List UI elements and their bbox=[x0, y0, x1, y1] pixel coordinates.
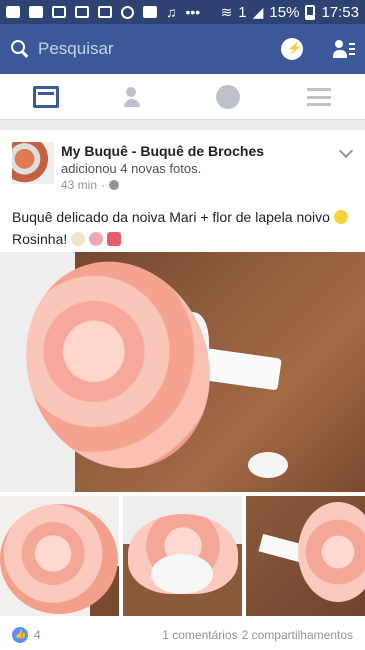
phone-notification-icon bbox=[29, 6, 43, 18]
news-feed-icon bbox=[32, 85, 59, 108]
post-footer: 4 1 comentários 2 compartilhamentos bbox=[0, 620, 365, 650]
battery-icon bbox=[305, 4, 316, 20]
smile-emoji-icon bbox=[333, 210, 348, 224]
post-photo-main[interactable] bbox=[0, 252, 365, 492]
chevron-down-icon[interactable] bbox=[338, 143, 354, 159]
signal-icon: ◢ bbox=[252, 4, 264, 20]
facebook-notification-icon bbox=[143, 6, 157, 18]
post-time[interactable]: 43 min · bbox=[61, 177, 341, 193]
message-notification-icon bbox=[6, 6, 20, 18]
like-icon[interactable] bbox=[12, 627, 28, 643]
lapel-flower-image bbox=[248, 452, 288, 478]
search-icon[interactable] bbox=[10, 39, 30, 59]
avatar[interactable] bbox=[12, 142, 54, 184]
messenger-icon[interactable] bbox=[281, 38, 303, 60]
tab-menu[interactable] bbox=[274, 74, 365, 119]
daisy-emoji-icon bbox=[71, 232, 86, 246]
app-header bbox=[0, 24, 365, 74]
tab-notifications[interactable] bbox=[183, 74, 274, 119]
tab-bar bbox=[0, 74, 365, 120]
post-time-label: 43 min bbox=[61, 178, 98, 192]
instagram-notification-icon bbox=[121, 5, 134, 19]
sim-indicator: 1 bbox=[238, 3, 247, 21]
more-notifications-icon: ••• bbox=[185, 4, 201, 20]
post-text-line1: Buquê delicado da noiva Mari + flor de l… bbox=[12, 209, 330, 225]
image-notification-icon bbox=[98, 6, 112, 18]
battery-percent: 15% bbox=[269, 3, 300, 21]
search-bar[interactable] bbox=[10, 39, 281, 59]
shares-count[interactable]: 2 compartilhamentos bbox=[242, 628, 353, 642]
post-header: My Buquê - Buquê de Broches adicionou 4 … bbox=[0, 130, 365, 194]
friend-requests-icon[interactable] bbox=[333, 39, 355, 59]
wifi-icon: ≋ bbox=[220, 4, 233, 20]
blossom-emoji-icon bbox=[89, 232, 104, 246]
friends-icon bbox=[123, 86, 150, 107]
tab-news-feed[interactable] bbox=[0, 74, 91, 119]
screen-notification-icon bbox=[75, 6, 89, 18]
likes-count[interactable]: 4 bbox=[34, 628, 41, 642]
music-notification-icon: ♫ bbox=[166, 4, 177, 20]
gallery-notification-icon bbox=[52, 6, 66, 18]
search-input[interactable] bbox=[38, 39, 238, 59]
status-bar: ♫ ••• ≋ 1 ◢ 15% 17:53 bbox=[0, 0, 365, 24]
heart-emoji-icon bbox=[106, 232, 121, 246]
globe-icon bbox=[109, 180, 120, 190]
clock: 17:53 bbox=[321, 3, 359, 21]
dot-separator: · bbox=[101, 178, 106, 192]
globe-icon bbox=[216, 84, 241, 109]
post-photo-thumbnails bbox=[0, 496, 365, 616]
post-photo-3[interactable] bbox=[123, 496, 242, 616]
post-photo-2[interactable] bbox=[0, 496, 119, 616]
menu-icon bbox=[307, 87, 332, 106]
comments-count[interactable]: 1 comentários bbox=[162, 628, 237, 642]
post-photo-4[interactable] bbox=[246, 496, 365, 616]
tab-friends[interactable] bbox=[91, 74, 182, 119]
post-text-line2: Rosinha! bbox=[12, 231, 68, 247]
post-author[interactable]: My Buquê - Buquê de Broches bbox=[61, 142, 341, 160]
post-action: adicionou 4 novas fotos. bbox=[61, 161, 202, 176]
